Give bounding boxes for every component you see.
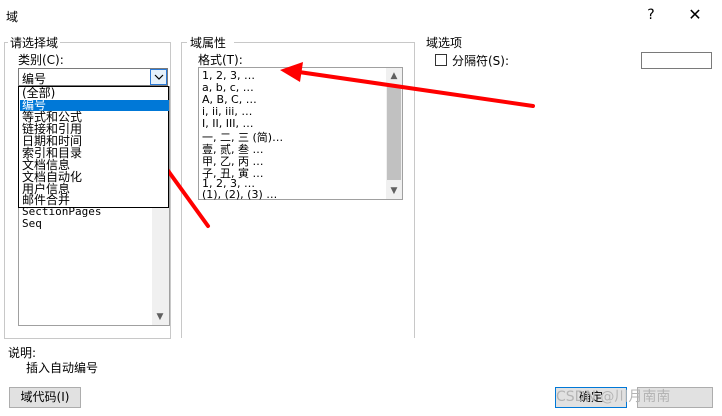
group-border bbox=[60, 42, 170, 43]
format-list[interactable]: 1, 2, 3, … a, b, c, … A, B, C, … i, ii, … bbox=[198, 67, 403, 201]
field-dialog: 域 ? ✕ 请选择域 类别(C): SectionPages Seq ▼ 编号 … bbox=[0, 0, 722, 416]
list-item[interactable]: Seq bbox=[22, 217, 42, 230]
format-label: 格式(T): bbox=[198, 53, 243, 67]
title-bar: 域 ? ✕ bbox=[0, 0, 722, 30]
group-border bbox=[170, 42, 171, 338]
middle-group-title: 域属性 bbox=[188, 34, 229, 51]
scroll-down-icon[interactable]: ▼ bbox=[386, 183, 402, 199]
category-option[interactable]: 邮件合并 bbox=[20, 194, 169, 206]
window-title: 域 bbox=[6, 10, 19, 24]
separator-label: 分隔符(S): bbox=[452, 54, 510, 68]
chevron-down-icon[interactable] bbox=[150, 69, 167, 85]
category-value: 编号 bbox=[22, 72, 47, 86]
right-group-title: 域选项 bbox=[424, 34, 465, 51]
field-codes-button[interactable]: 域代码(I) bbox=[9, 387, 81, 408]
category-options-list: (全部) 编号 等式和公式 链接和引用 日期和时间 索引和目录 文档信息 文档自… bbox=[18, 86, 169, 208]
left-group-title: 请选择域 bbox=[8, 34, 61, 51]
group-border bbox=[181, 42, 182, 338]
group-border bbox=[414, 42, 415, 338]
scroll-down-icon[interactable]: ▼ bbox=[152, 309, 168, 325]
category-dropdown[interactable]: 编号 bbox=[18, 68, 168, 86]
group-border bbox=[4, 338, 171, 339]
format-scroll-thumb[interactable] bbox=[387, 86, 401, 180]
group-border bbox=[181, 42, 187, 43]
description-text: 插入自动编号 bbox=[26, 361, 99, 375]
help-button[interactable]: ? bbox=[636, 4, 666, 26]
separator-input[interactable] bbox=[641, 52, 712, 69]
watermark: CSDN @川月南南 bbox=[556, 389, 671, 405]
scroll-up-icon[interactable]: ▲ bbox=[386, 68, 402, 84]
group-border bbox=[4, 42, 5, 338]
separator-checkbox[interactable] bbox=[435, 54, 447, 66]
close-button[interactable]: ✕ bbox=[680, 4, 710, 26]
group-border bbox=[234, 42, 414, 43]
format-item[interactable]: (1), (2), (3) … bbox=[202, 188, 277, 201]
category-label: 类别(C): bbox=[18, 53, 64, 67]
